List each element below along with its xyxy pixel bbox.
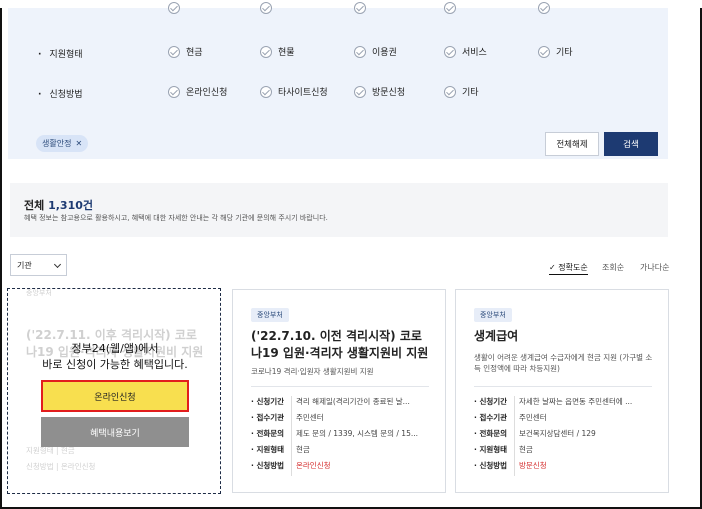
checkbox-icon	[354, 85, 366, 98]
checkbox-icon	[168, 85, 180, 98]
agency-select[interactable]: 기관	[10, 254, 67, 276]
card-divider	[251, 386, 429, 387]
card-description: 코로나19 격리·입원자 생활지원비 지원	[251, 367, 374, 376]
option-etc[interactable]: 기타	[444, 85, 479, 98]
filter-previous-row	[8, 2, 668, 16]
overlay-message: 정부24(웹/앱)에서 바로 신청이 가능한 혜택입니다.	[42, 342, 188, 371]
checkbox-icon	[168, 45, 180, 58]
list-item: 지원형태현금	[251, 444, 437, 460]
benefit-card[interactable]: 중앙부처 생계급여 생활이 어려운 생계급여 수급자에게 현금 지원 (가구별 …	[455, 289, 669, 493]
list-item: 지원형태현금	[474, 444, 660, 460]
card-divider	[474, 386, 652, 387]
option-visit[interactable]: 방문신청	[354, 85, 405, 98]
option-goods[interactable]: 현물	[260, 45, 295, 58]
ghost-row: 신청방법 | 온라인신청	[26, 462, 96, 471]
checkbox-icon	[444, 45, 456, 58]
sort-accuracy[interactable]: ✓ 정확도순	[549, 262, 588, 275]
agency-badge: 중앙부처	[474, 308, 512, 322]
filter-panel: 지원형태 현금 현물 이용권 서비스 기타 신청방법 온라인신청 타사이트신청 …	[8, 2, 668, 159]
search-button[interactable]: 검색	[604, 132, 658, 156]
list-item: 신청방법온라인신청	[251, 460, 437, 476]
checkbox-icon[interactable]	[538, 2, 550, 14]
list-item: 전화문의제도 문의 / 1339, 시스템 문의 / 15...	[251, 428, 437, 444]
list-item: 신청기간자세한 날짜는 읍면동 주민센터에 ...	[474, 396, 660, 412]
list-item: 접수기관주민센터	[251, 412, 437, 428]
list-item: 전화문의보건복지상담센터 / 129	[474, 428, 660, 444]
ghost-badge: 중앙부처	[26, 289, 52, 297]
view-details-button[interactable]: 혜택내용보기	[41, 417, 189, 447]
result-summary: 전체 1,310건 혜택 정보는 참고용으로 활용하시고, 혜택에 대한 자세한…	[10, 183, 668, 237]
reset-button[interactable]: 전체해제	[545, 132, 599, 156]
checkbox-icon	[260, 45, 272, 58]
result-note: 혜택 정보는 참고용으로 활용하시고, 혜택에 대한 자세한 안내는 각 해당 …	[24, 214, 328, 222]
selected-filter-tag[interactable]: 생활안정 ✕	[36, 135, 89, 152]
filter-label: 신청방법	[38, 87, 82, 100]
card-description: 생활이 어려운 생계급여 수급자에게 현금 지원 (가구별 소득 인정액에 따라…	[474, 353, 653, 373]
agency-badge: 중앙부처	[251, 308, 289, 322]
list-item: 접수기관주민센터	[474, 412, 660, 428]
card-title[interactable]: ('22.7.10. 이전 격리시작) 코로나19 입원·격리자 생활지원비 지…	[251, 328, 431, 362]
option-online[interactable]: 온라인신청	[168, 85, 227, 98]
result-count: 전체 1,310건	[24, 199, 94, 212]
filter-row-apply-method: 신청방법 온라인신청 타사이트신청 방문신청 기타	[8, 84, 668, 104]
sort-alphabetical[interactable]: 가나다순	[640, 262, 669, 273]
close-icon[interactable]: ✕	[75, 139, 82, 148]
checkbox-icon[interactable]	[354, 2, 366, 14]
list-item: 신청기간격리 해제일(격리기간이 종료된 날...	[251, 396, 437, 412]
list-item: 신청방법방문신청	[474, 460, 660, 476]
filter-label: 지원형태	[38, 47, 82, 60]
option-etc[interactable]: 기타	[538, 45, 573, 58]
online-apply-button[interactable]: 온라인신청	[41, 380, 189, 412]
filter-row-support-type: 지원형태 현금 현물 이용권 서비스 기타	[8, 44, 668, 64]
checkbox-icon	[354, 45, 366, 58]
option-other-site[interactable]: 타사이트신청	[260, 85, 328, 98]
option-service[interactable]: 서비스	[444, 45, 487, 58]
checkbox-icon	[444, 85, 456, 98]
checkbox-icon	[260, 85, 272, 98]
chevron-down-icon	[53, 260, 62, 269]
option-cash[interactable]: 현금	[168, 45, 203, 58]
option-voucher[interactable]: 이용권	[354, 45, 397, 58]
checkbox-icon[interactable]	[260, 2, 272, 14]
checkbox-icon[interactable]	[168, 2, 180, 14]
benefit-card[interactable]: 중앙부처 ('22.7.10. 이전 격리시작) 코로나19 입원·격리자 생활…	[232, 289, 446, 493]
card-info-list: 신청기간격리 해제일(격리기간이 종료된 날... 접수기관주민센터 전화문의제…	[251, 396, 437, 476]
card-title[interactable]: 생계급여	[474, 328, 654, 345]
checkbox-icon	[538, 45, 550, 58]
online-apply-overlay-card: 중앙부처 ('22.7.11. 이후 격리시작) 코로나19 입원·격리자 생활…	[7, 288, 221, 494]
card-info-list: 신청기간자세한 날짜는 읍면동 주민센터에 ... 접수기관주민센터 전화문의보…	[474, 396, 660, 476]
checkbox-icon[interactable]	[444, 2, 456, 14]
sort-views[interactable]: 조회순	[602, 262, 624, 273]
